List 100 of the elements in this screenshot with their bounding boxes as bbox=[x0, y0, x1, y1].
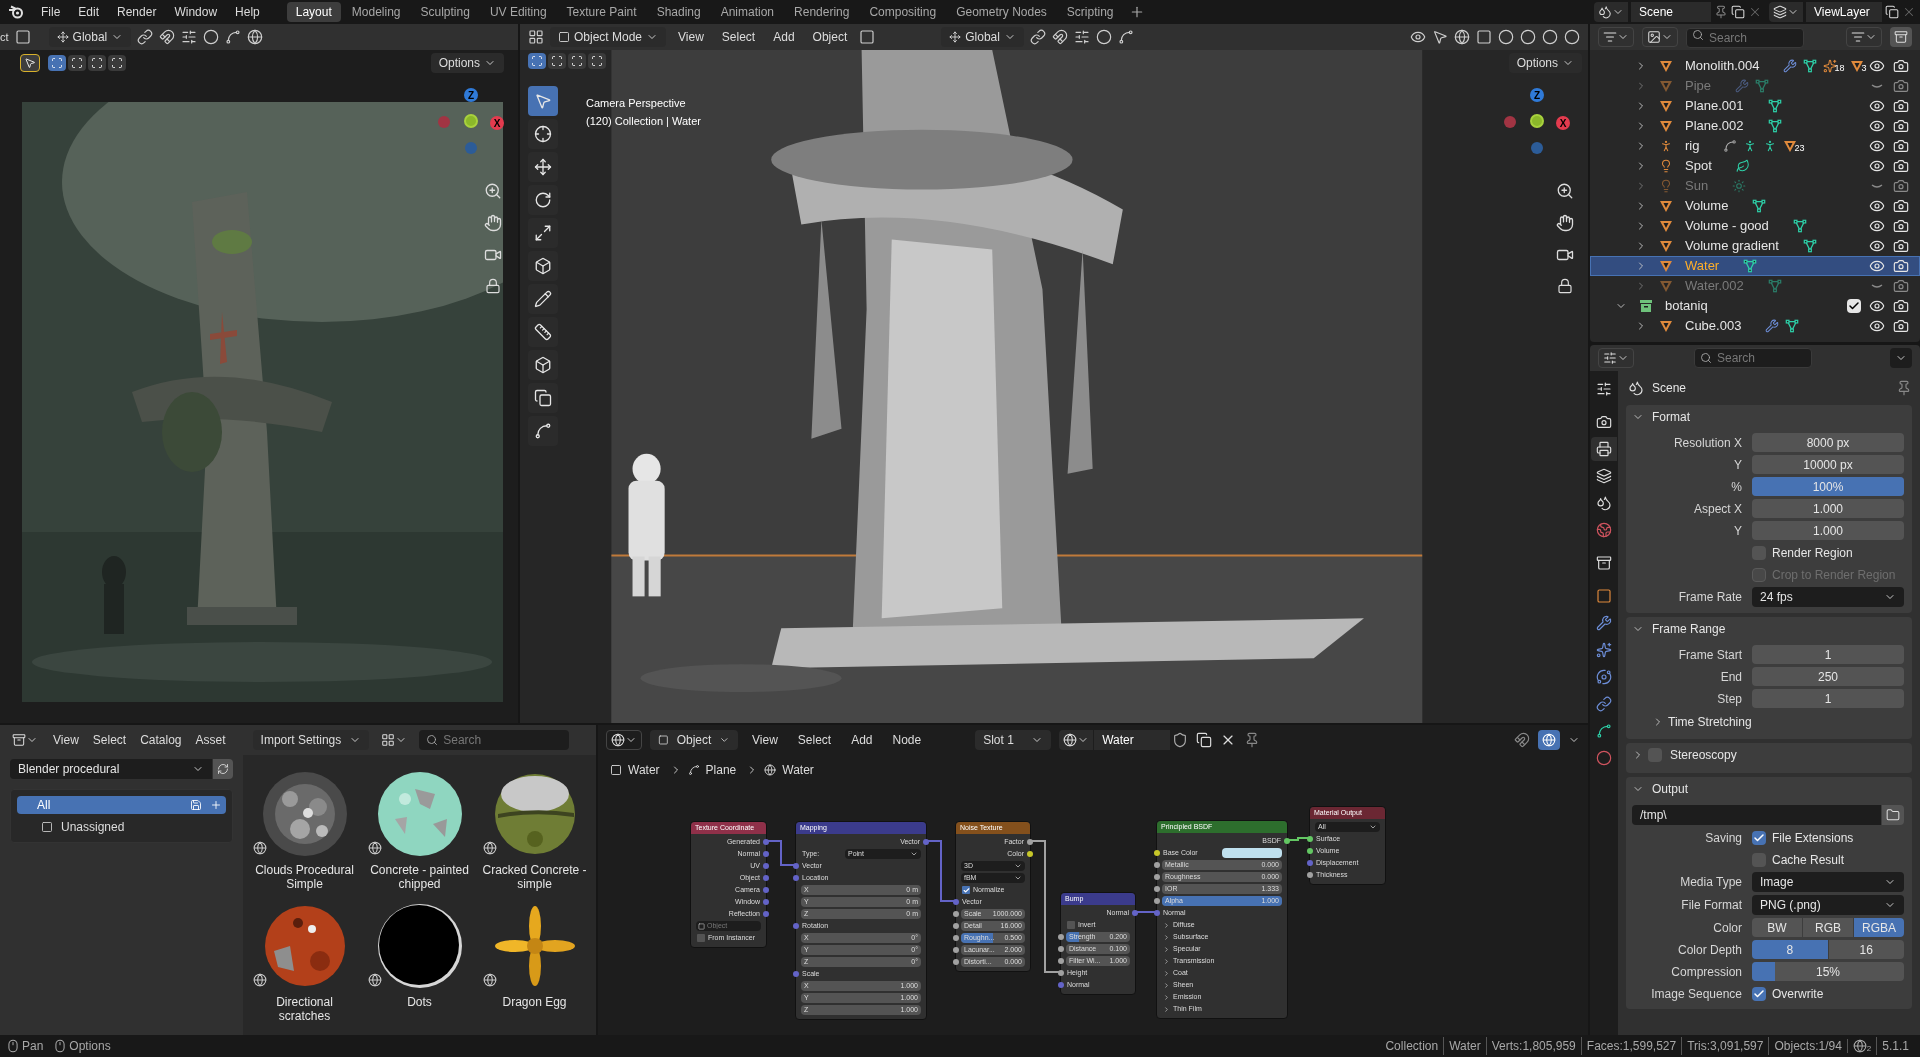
breadcrumb[interactable]: Water bbox=[628, 761, 660, 779]
workspace-tab[interactable]: Compositing bbox=[860, 2, 946, 22]
material-name-field[interactable]: Water bbox=[1094, 730, 1171, 750]
view-layer-name-field[interactable]: ViewLayer bbox=[1806, 2, 1882, 22]
options-dropdown[interactable]: Options bbox=[1508, 53, 1582, 73]
outliner-row[interactable]: Volume bbox=[1590, 196, 1920, 216]
slot-dropdown[interactable]: Slot 1 bbox=[975, 730, 1052, 750]
orientation-dropdown[interactable]: Global bbox=[941, 27, 1024, 47]
search-field[interactable]: Search bbox=[1694, 348, 1812, 368]
breadcrumb[interactable]: Plane bbox=[705, 761, 737, 779]
orientation-dropdown[interactable]: Global bbox=[48, 27, 132, 47]
outliner-row[interactable]: Spot bbox=[1590, 156, 1920, 176]
segment-button[interactable]: RGB bbox=[1803, 918, 1853, 937]
workspace-tab[interactable]: Scripting bbox=[1057, 2, 1123, 22]
asset-tile[interactable]: Clouds Procedural Simple bbox=[247, 769, 362, 891]
options-dropdown[interactable]: Options bbox=[430, 53, 504, 73]
workspace-tab[interactable]: Layout bbox=[286, 2, 341, 22]
segment-button[interactable]: 16 bbox=[1828, 940, 1904, 959]
panel-header[interactable]: Frame Range bbox=[1626, 617, 1912, 641]
menu-item[interactable]: Select bbox=[89, 731, 130, 749]
tree-list-item[interactable]: Unassigned bbox=[17, 818, 226, 836]
panel-header[interactable]: Stereoscopy bbox=[1626, 743, 1912, 767]
outliner-row[interactable]: Volume - good bbox=[1590, 216, 1920, 236]
library-dropdown[interactable]: Blender procedural bbox=[10, 759, 212, 779]
number-field[interactable]: 10000 px bbox=[1752, 455, 1904, 474]
menu-item[interactable]: Add bbox=[845, 731, 879, 749]
menu-item[interactable]: Add bbox=[767, 28, 801, 46]
tree-list-item[interactable]: All bbox=[17, 796, 226, 814]
menu-item[interactable]: View bbox=[50, 731, 82, 749]
asset-tile[interactable]: Cracked Concrete - simple bbox=[477, 769, 592, 891]
path-field[interactable]: /tmp\ bbox=[1632, 805, 1881, 825]
asset-tile[interactable]: Directional scratches bbox=[247, 901, 362, 1023]
asset-tile[interactable]: Dots bbox=[362, 901, 477, 1023]
outliner-row[interactable]: botaniq bbox=[1590, 296, 1920, 316]
panel-header[interactable]: Output bbox=[1626, 777, 1912, 801]
asset-tile[interactable]: Dragon Egg bbox=[477, 901, 592, 1023]
menu-item[interactable]: Object bbox=[806, 28, 854, 46]
menu-item[interactable]: View bbox=[746, 731, 784, 749]
search-field[interactable]: Search bbox=[1686, 28, 1804, 48]
workspace-tab[interactable]: Animation bbox=[711, 2, 784, 22]
shader-type-dropdown[interactable]: Object bbox=[650, 730, 738, 750]
checkbox-option[interactable]: Cache Result bbox=[1752, 850, 1845, 869]
number-field[interactable]: 250 bbox=[1752, 667, 1904, 686]
menu-item[interactable]: Window bbox=[165, 3, 227, 21]
number-field[interactable]: 1 bbox=[1752, 645, 1904, 664]
menu-item[interactable]: Help bbox=[226, 3, 269, 21]
slider-field[interactable]: 100% bbox=[1752, 477, 1904, 496]
context-title: Scene bbox=[1652, 380, 1687, 397]
menu-item[interactable]: Node bbox=[886, 731, 928, 749]
search-field[interactable]: Search bbox=[419, 730, 570, 750]
workspace-tab[interactable]: UV Editing bbox=[480, 2, 556, 22]
checkbox-option[interactable]: Overwrite bbox=[1752, 984, 1824, 1003]
checkbox-option[interactable]: Render Region bbox=[1752, 543, 1853, 562]
object-name: Plane.002 bbox=[1685, 117, 1744, 136]
slider-field[interactable]: 15% bbox=[1752, 962, 1904, 981]
segment-button[interactable]: BW bbox=[1752, 918, 1802, 937]
number-field[interactable]: 1.000 bbox=[1752, 521, 1904, 540]
breadcrumb[interactable]: Water bbox=[782, 761, 814, 779]
dropdown[interactable]: PNG (.png) bbox=[1752, 895, 1904, 915]
segment-button[interactable]: 8 bbox=[1752, 940, 1828, 959]
outliner-row[interactable]: Water bbox=[1590, 256, 1920, 276]
field-label: Frame Start bbox=[1677, 646, 1743, 664]
menu-item[interactable]: Select bbox=[791, 731, 838, 749]
menu-item[interactable]: Edit bbox=[69, 3, 109, 21]
number-field[interactable]: 8000 px bbox=[1752, 433, 1904, 452]
scene-name-field[interactable]: Scene bbox=[1631, 2, 1711, 22]
menu-item[interactable]: View bbox=[672, 28, 710, 46]
menu-item[interactable]: Render bbox=[108, 3, 166, 21]
outliner-row[interactable]: Monolith.004 18 3 bbox=[1590, 56, 1920, 76]
mode-dropdown[interactable]: Object Mode bbox=[550, 27, 667, 47]
workspace-tab[interactable]: Geometry Nodes bbox=[947, 2, 1056, 22]
outliner-row[interactable]: Volume gradient bbox=[1590, 236, 1920, 256]
dropdown[interactable]: Image bbox=[1752, 872, 1904, 892]
checkbox-option[interactable]: File Extensions bbox=[1752, 828, 1854, 847]
field-label: Resolution X bbox=[1672, 434, 1743, 452]
subpanel-header[interactable]: Time Stretching bbox=[1632, 711, 1904, 733]
outliner-row[interactable]: Pipe bbox=[1590, 76, 1920, 96]
workspace-tab[interactable]: Texture Paint bbox=[557, 2, 646, 22]
menu-item[interactable]: Asset bbox=[192, 731, 229, 749]
menu-item[interactable]: File bbox=[32, 3, 70, 21]
import-settings-dropdown[interactable]: Import Settings bbox=[252, 730, 370, 750]
axis-handle[interactable]: Z bbox=[464, 88, 478, 102]
panel-header[interactable]: Format bbox=[1626, 405, 1912, 429]
dropdown[interactable]: 24 fps bbox=[1752, 587, 1904, 607]
number-field[interactable]: 1.000 bbox=[1752, 499, 1904, 518]
workspace-tab[interactable]: Sculpting bbox=[411, 2, 479, 22]
number-field[interactable]: 1 bbox=[1752, 689, 1904, 708]
panel-title: Stereoscopy bbox=[1670, 747, 1737, 764]
menu-item[interactable]: Catalog bbox=[137, 731, 185, 749]
asset-tile[interactable]: Concrete - painted chipped bbox=[362, 769, 477, 891]
outliner-row[interactable]: Plane.001 bbox=[1590, 96, 1920, 116]
workspace-tab[interactable]: Rendering bbox=[785, 2, 859, 22]
segment-button[interactable]: RGBA bbox=[1854, 918, 1904, 937]
outliner-row[interactable]: Plane.002 bbox=[1590, 116, 1920, 136]
outliner-row[interactable]: rig 23 bbox=[1590, 136, 1920, 156]
outliner-row[interactable]: Cube.003 bbox=[1590, 316, 1920, 336]
workspace-tab[interactable]: Shading bbox=[647, 2, 710, 22]
hint-label: Options bbox=[69, 1038, 111, 1055]
menu-item[interactable]: Select bbox=[715, 28, 762, 46]
workspace-tab[interactable]: Modeling bbox=[342, 2, 410, 22]
